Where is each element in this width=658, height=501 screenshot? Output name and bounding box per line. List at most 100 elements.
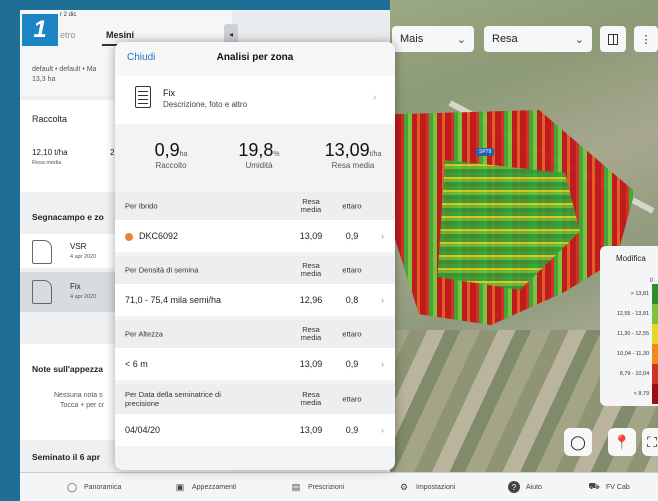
group-header: Per Data della seminatrice di precisione… xyxy=(115,384,395,414)
pin-button[interactable]: 📍 xyxy=(608,428,636,456)
tab-appezzamenti[interactable]: ▣ Appezzamenti xyxy=(174,473,237,501)
field-area: 13,3 ha xyxy=(32,76,56,83)
segnacampo-item-date: 4 apr 2020 xyxy=(70,254,97,260)
raccolta-title: Raccolta xyxy=(32,114,68,124)
field-info: default • default • Ma xyxy=(32,66,97,73)
tab-label: Appezzamenti xyxy=(192,483,237,491)
group-title: Per Data della seminatrice di precisione xyxy=(125,390,221,408)
legend-color-swatch xyxy=(652,284,658,304)
tab-impostazioni[interactable]: ⚙ Impostazioni xyxy=(398,473,455,501)
legend-range-label: 8,79 - 10,04 xyxy=(619,371,650,377)
tractor-icon: ⛟ xyxy=(588,481,600,491)
stat-label: Umidità xyxy=(245,161,273,170)
group-row[interactable]: < 6 m 13,09 0,9 › xyxy=(115,348,395,380)
gear-icon: ⚙ xyxy=(399,481,409,492)
stats-row: 0,9ha Raccolto 19,8% Umidità 13,09t/ha R… xyxy=(115,130,395,186)
legend-color-swatch xyxy=(652,364,658,384)
legend-range-label: 12,55 - 13,81 xyxy=(616,311,650,317)
fix-description: Descrizione, foto e altro xyxy=(163,100,248,109)
raccolta-value: 12,10 t/ha xyxy=(32,148,68,157)
group-title: Per Densità di semina xyxy=(125,265,199,275)
panel-collapse-handle[interactable]: ◂ xyxy=(224,24,238,44)
more-button[interactable]: ⋮ xyxy=(634,26,658,52)
legend-color-swatch xyxy=(652,304,658,324)
chevron-down-icon: ⌄ xyxy=(574,33,584,46)
tab-label: Aiuto xyxy=(526,483,542,491)
col-resa-header: Resa media xyxy=(300,260,322,278)
fix-title: Fix xyxy=(163,88,175,98)
chevron-right-icon: › xyxy=(381,295,384,305)
flag-icon xyxy=(32,240,52,264)
segnacampo-item-name: Fix xyxy=(70,282,81,291)
crop-select-value: Mais xyxy=(400,33,424,45)
chevron-down-icon: ⌄ xyxy=(456,33,466,46)
legend-range-label: > 13,81 xyxy=(630,291,650,297)
pin-icon: 📍 xyxy=(613,433,631,450)
legend-row: < 8,79 xyxy=(600,384,658,404)
col-ettaro-header: ettaro xyxy=(342,265,362,275)
row-ettaro: 0,9 xyxy=(345,359,359,369)
field-icon: ▣ xyxy=(175,481,185,492)
row-ettaro: 0,9 xyxy=(345,231,359,241)
stat-unit: ha xyxy=(179,151,188,158)
raccolta-value-label: Resa media xyxy=(32,160,62,166)
note-icon xyxy=(135,86,151,108)
group-header: Per Altezza Resa media ettaro xyxy=(115,320,395,348)
header-date: r 2 dic xyxy=(60,12,77,18)
chevron-right-icon: › xyxy=(373,92,377,103)
raccolta-extra: 2 xyxy=(110,148,115,157)
col-ettaro-header: ettaro xyxy=(342,329,362,339)
note-title: Note sull'appezza xyxy=(32,364,103,374)
segnacampo-item-date: 4 apr 2020 xyxy=(70,294,97,300)
row-resa: 13,09 xyxy=(299,231,323,241)
segnacampo-title: Segnacampo e zo xyxy=(32,212,104,222)
stat-resa-media: 13,09t/ha Resa media xyxy=(311,140,395,170)
group-row[interactable]: 71,0 - 75,4 mila semi/ha 12,96 0,8 › xyxy=(115,284,395,316)
chevron-right-icon: › xyxy=(381,359,384,369)
modal-header: Chiudi Analisi per zona xyxy=(115,42,395,77)
stat-raccolto: 0,9ha Raccolto xyxy=(141,140,201,170)
legend-row: 10,04 - 11,30 xyxy=(600,344,658,364)
row-resa: 13,09 xyxy=(299,425,323,435)
split-view-button[interactable] xyxy=(600,26,626,52)
tab-field[interactable]: Mesini xyxy=(106,30,134,40)
yield-legend[interactable]: Modifica t/ > 13,81 12,55 - 13,81 11,30 - … xyxy=(600,246,658,406)
color-dot-icon xyxy=(125,232,133,241)
row-label-wrap: 71,0 - 75,4 mila semi/ha xyxy=(125,295,221,305)
layer-select-value: Resa xyxy=(492,33,518,45)
legend-range-label: < 8,79 xyxy=(633,391,650,397)
layer-select[interactable]: Resa ⌄ xyxy=(484,26,592,52)
row-label-wrap: < 6 m xyxy=(125,359,148,369)
tab-aiuto[interactable]: ? Aiuto xyxy=(508,473,542,501)
row-label: < 6 m xyxy=(125,359,148,369)
group-header: Per Densità di semina Resa media ettaro xyxy=(115,256,395,284)
group-header: Per Ibrido Resa media ettaro xyxy=(115,192,395,220)
tab-prescrizioni[interactable]: ▤ Prescrizioni xyxy=(290,473,344,501)
group-row[interactable]: 04/04/20 13,09 0,9 › xyxy=(115,414,395,446)
row-resa: 12,96 xyxy=(299,295,323,305)
crop-select[interactable]: Mais ⌄ xyxy=(392,26,474,52)
row-label-wrap: DKC6092 xyxy=(125,231,178,241)
zone-analysis-modal: Chiudi Analisi per zona Fix Descrizione,… xyxy=(115,42,395,470)
tab-panoramica[interactable]: ◯ Panoramica xyxy=(66,473,121,501)
stat-label: Resa media xyxy=(331,161,375,170)
modal-title: Analisi per zona xyxy=(216,52,294,63)
fix-card[interactable]: Fix Descrizione, foto e altro › xyxy=(115,76,395,124)
stat-unit: t/ha xyxy=(369,151,382,158)
row-label: DKC6092 xyxy=(139,231,179,241)
col-resa-header: Resa media xyxy=(300,196,322,214)
bottom-nav: ◯ Panoramica ▣ Appezzamenti ▤ Prescrizioni ⚙ Im… xyxy=(20,472,658,501)
legend-row: 11,30 - 12,55 xyxy=(600,324,658,344)
row-label: 04/04/20 xyxy=(125,425,161,435)
tab-fv-cab[interactable]: ⛟ FV Cab xyxy=(588,473,629,501)
chevron-right-icon: › xyxy=(381,231,384,241)
legend-row: 8,79 - 10,04 xyxy=(600,364,658,384)
split-view-icon xyxy=(608,33,618,45)
group-row[interactable]: DKC6092 13,09 0,9 › xyxy=(115,220,395,252)
fullscreen-button[interactable]: ⛶ xyxy=(642,428,658,456)
fullscreen-icon: ⛶ xyxy=(647,433,657,450)
circle-icon: ◯ xyxy=(66,481,78,492)
tab-previous[interactable]: etro xyxy=(60,30,76,40)
lasso-button[interactable]: ◯ xyxy=(564,428,592,456)
row-label-wrap: 04/04/20 xyxy=(125,425,160,435)
